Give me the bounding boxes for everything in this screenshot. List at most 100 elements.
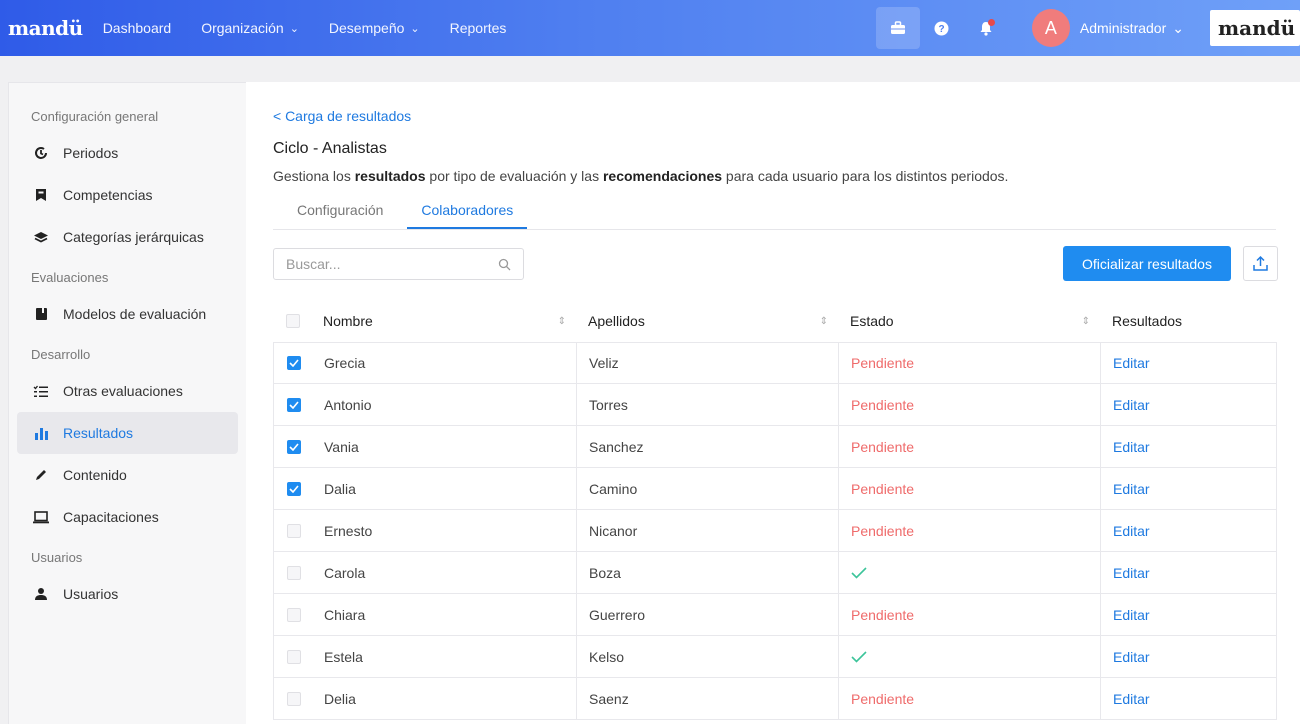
check-icon xyxy=(289,484,299,493)
edit-link[interactable]: Editar xyxy=(1113,523,1150,539)
cell-apellidos: Sanchez xyxy=(589,438,644,455)
sidebar-item-contenido[interactable]: Contenido xyxy=(17,454,238,496)
cell-nombre: Vania xyxy=(324,438,359,455)
done-check-icon xyxy=(851,650,867,663)
briefcase-button[interactable] xyxy=(875,7,920,49)
edit-link[interactable]: Editar xyxy=(1113,481,1150,497)
table-row: Grecia Veliz Pendiente Editar xyxy=(273,342,1277,384)
table-body: Grecia Veliz Pendiente Editar Antonio Torres P… xyxy=(273,342,1277,720)
laptop-icon xyxy=(31,510,51,524)
app-logo[interactable]: mandü xyxy=(8,16,83,40)
status-pending: Pendiente xyxy=(851,480,915,497)
sidebar-item-resultados[interactable]: Resultados xyxy=(17,412,238,454)
row-checkbox[interactable] xyxy=(287,481,301,496)
sidebar-item-periodos[interactable]: Periodos xyxy=(17,132,238,174)
row-checkbox[interactable] xyxy=(287,397,301,412)
edit-link[interactable]: Editar xyxy=(1113,439,1150,455)
nav-organizacion[interactable]: Organización ⌄ xyxy=(201,20,299,36)
section-title-usuarios: Usuarios xyxy=(31,550,83,565)
nav-desempeno[interactable]: Desempeño ⌄ xyxy=(329,20,420,36)
row-checkbox[interactable] xyxy=(287,649,301,664)
header-nombre: Nombre xyxy=(323,313,373,329)
sidebar-item-label: Modelos de evaluación xyxy=(63,306,207,322)
sidebar: Configuración general Periodos Competenc… xyxy=(8,82,246,724)
sidebar-item-capacitaciones[interactable]: Capacitaciones xyxy=(17,496,238,538)
row-checkbox[interactable] xyxy=(287,356,301,370)
sort-icon[interactable]: ⇕ xyxy=(820,316,828,327)
sidebar-item-categorias[interactable]: Categorías jerárquicas xyxy=(17,216,238,258)
page-description: Gestiona los resultados por tipo de eval… xyxy=(273,168,1009,184)
section-title-desarrollo: Desarrollo xyxy=(31,347,91,362)
sidebar-item-label: Competencias xyxy=(63,187,153,203)
user-name: Administrador xyxy=(1079,20,1167,36)
row-checkbox[interactable] xyxy=(287,523,301,538)
avatar[interactable]: A xyxy=(1031,9,1070,47)
cell-nombre: Delia xyxy=(324,690,356,707)
layers-icon xyxy=(31,231,51,244)
bar-chart-icon xyxy=(31,427,51,440)
back-link[interactable]: < Carga de resultados xyxy=(273,108,411,124)
notification-badge xyxy=(987,19,995,26)
cell-nombre: Grecia xyxy=(324,355,366,371)
section-title-evaluaciones: Evaluaciones xyxy=(31,270,109,285)
table-row: Vania Sanchez Pendiente Editar xyxy=(273,426,1277,468)
sort-icon[interactable]: ⇕ xyxy=(1082,316,1090,327)
row-checkbox[interactable] xyxy=(287,439,301,454)
sidebar-item-usuarios[interactable]: Usuarios xyxy=(17,573,238,615)
help-button[interactable]: ? xyxy=(920,7,964,49)
tab-colaboradores[interactable]: Colaboradores xyxy=(407,190,528,229)
cell-nombre: Chiara xyxy=(324,606,366,623)
table-header: Nombre ⇕ Apellidos ⇕ Estado ⇕ Resultados xyxy=(273,300,1277,342)
clock-icon xyxy=(31,146,51,160)
edit-link[interactable]: Editar xyxy=(1113,397,1150,413)
search-box[interactable] xyxy=(273,248,524,280)
sidebar-item-label: Otras evaluaciones xyxy=(63,383,183,399)
page-title: Ciclo - Analistas xyxy=(273,140,387,157)
cell-nombre: Estela xyxy=(324,648,363,665)
sort-icon[interactable]: ⇕ xyxy=(558,316,566,327)
briefcase-icon xyxy=(890,21,905,34)
check-icon xyxy=(289,359,299,367)
sidebar-item-competencias[interactable]: Competencias xyxy=(17,174,238,216)
row-checkbox[interactable] xyxy=(287,565,301,580)
nav-reportes-label: Reportes xyxy=(449,20,507,36)
table-row: Ernesto Nicanor Pendiente Editar xyxy=(273,510,1277,552)
status-pending: Pendiente xyxy=(851,606,915,623)
user-menu[interactable]: Administrador ⌄ xyxy=(1080,20,1184,37)
row-checkbox[interactable] xyxy=(287,607,301,622)
edit-link[interactable]: Editar xyxy=(1113,649,1150,665)
tab-configuracion[interactable]: Configuración xyxy=(283,190,397,229)
cell-apellidos: Saenz xyxy=(589,690,629,707)
edit-link[interactable]: Editar xyxy=(1113,607,1150,623)
status-pending: Pendiente xyxy=(851,690,915,707)
notifications-button[interactable] xyxy=(964,7,1008,49)
check-icon xyxy=(289,442,299,451)
table-row: Chiara Guerrero Pendiente Editar xyxy=(273,594,1277,636)
edit-link[interactable]: Editar xyxy=(1113,565,1150,581)
oficializar-resultados-button[interactable]: Oficializar resultados xyxy=(1063,246,1231,281)
cell-apellidos: Boza xyxy=(589,564,621,581)
nav-reportes[interactable]: Reportes xyxy=(450,20,507,36)
help-icon: ? xyxy=(934,21,949,35)
book-icon xyxy=(31,307,51,321)
cell-nombre: Ernesto xyxy=(324,522,373,539)
upload-icon xyxy=(1253,255,1268,271)
status-pending: Pendiente xyxy=(851,522,915,539)
sidebar-item-modelos[interactable]: Modelos de evaluación xyxy=(17,293,238,335)
sidebar-item-label: Usuarios xyxy=(63,586,119,602)
cell-apellidos: Torres xyxy=(589,396,628,413)
edit-link[interactable]: Editar xyxy=(1113,691,1150,707)
search-input[interactable] xyxy=(286,256,498,272)
edit-link[interactable]: Editar xyxy=(1113,355,1150,371)
upload-button[interactable] xyxy=(1243,246,1278,281)
cell-apellidos: Camino xyxy=(589,480,638,497)
sidebar-item-label: Periodos xyxy=(63,145,119,161)
select-all-checkbox[interactable] xyxy=(286,314,300,328)
sidebar-item-otras-evaluaciones[interactable]: Otras evaluaciones xyxy=(17,370,238,412)
nav-dashboard[interactable]: Dashboard xyxy=(103,20,172,36)
table-row: Antonio Torres Pendiente Editar xyxy=(273,384,1277,426)
company-logo: mandü xyxy=(1210,10,1300,46)
row-checkbox[interactable] xyxy=(287,691,301,706)
sidebar-item-label: Capacitaciones xyxy=(63,509,159,525)
sidebar-item-label: Categorías jerárquicas xyxy=(63,229,204,245)
